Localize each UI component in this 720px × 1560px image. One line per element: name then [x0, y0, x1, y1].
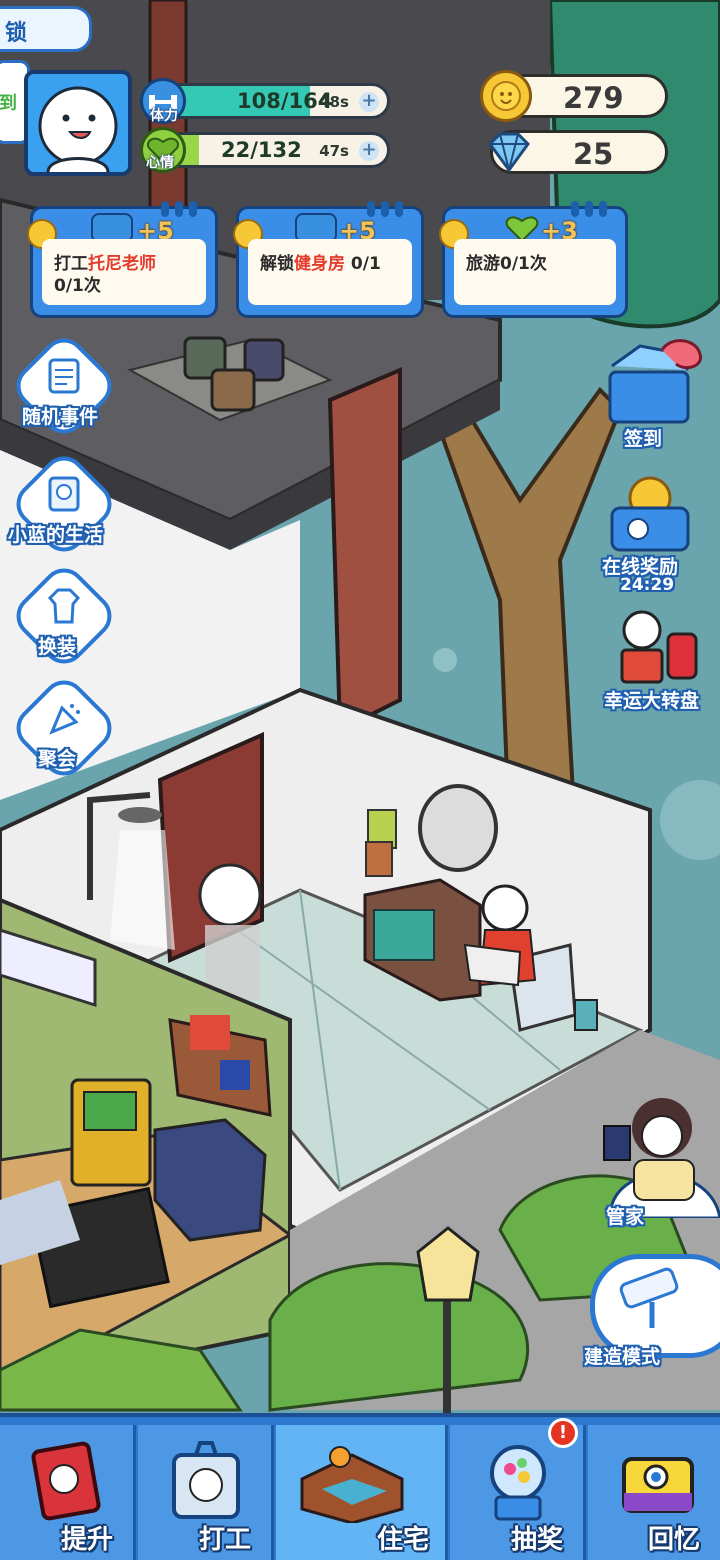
unlock-tab[interactable]: 锁 — [0, 6, 92, 52]
nav-work-label: 打工 — [198, 1525, 251, 1555]
sign-tab-label: 到 — [0, 93, 17, 114]
butler-label: 管家 — [606, 1206, 645, 1228]
online-reward-timer: 24:29 — [620, 575, 675, 595]
cabinet-doors — [373, 909, 435, 961]
nav-memory-label: 回忆 — [647, 1525, 700, 1555]
mood-timer: 47s — [319, 142, 349, 160]
coin-calendar-icon — [610, 476, 690, 552]
binder-rings — [367, 201, 407, 217]
butler-portrait-icon — [603, 1098, 720, 1220]
task-text: 解锁健身房 0/1 — [260, 254, 381, 274]
xiaolan-life-label: 小蓝的生活 — [8, 524, 104, 546]
mood-value: 22/132 — [221, 138, 302, 162]
task-card-unlock[interactable]: +5 解锁健身房 0/1 — [233, 201, 424, 318]
arcade-machine — [70, 1078, 152, 1187]
sign-in-button[interactable]: 签到 — [600, 336, 712, 454]
mood-bar: 22/132 47s + — [158, 132, 390, 168]
avatar-face-icon — [38, 86, 118, 172]
stamina-icon-label: 体力 — [150, 108, 178, 124]
house-room-icon — [300, 1446, 404, 1523]
task-text: 打工托尼老师 0/1次 — [54, 254, 156, 296]
xiaolan-life-button[interactable]: 小蓝的生活 — [7, 447, 121, 561]
paint-roller-icon — [619, 1267, 679, 1328]
gem-icon[interactable] — [482, 126, 534, 178]
outfit-button[interactable]: 换装 — [7, 559, 121, 673]
player-avatar[interactable] — [24, 70, 132, 176]
toilet-brush — [574, 999, 598, 1031]
shirt-icon — [47, 588, 81, 624]
party-button[interactable]: 聚会 — [7, 671, 121, 785]
coin-value: 279 — [563, 81, 624, 115]
camera-icon — [622, 1457, 694, 1513]
party-label: 聚会 — [38, 748, 77, 770]
random-event-button[interactable]: 随机事件 — [7, 329, 121, 443]
build-mode-button[interactable]: 建造模式 — [582, 1254, 720, 1374]
task-body: 解锁健身房 0/1 — [248, 239, 412, 305]
book-icon — [31, 1441, 101, 1521]
towel — [365, 841, 393, 877]
nav-memory[interactable]: 回忆 — [588, 1425, 720, 1560]
coin-icon[interactable] — [480, 70, 532, 122]
lucky-wheel-button[interactable]: 幸运大转盘 — [600, 610, 718, 712]
mood-icon-label: 心情 — [146, 155, 174, 171]
task-body: 旅游0/1次 — [454, 239, 616, 305]
build-mode-label: 建造模式 — [584, 1346, 661, 1368]
nav-work[interactable]: 打工 — [138, 1425, 274, 1560]
task-card-work[interactable]: +5 打工托尼老师 0/1次 — [27, 201, 218, 318]
sign-in-label: 签到 — [624, 428, 663, 450]
stamina-timer: 48s — [319, 93, 349, 111]
butler-button[interactable]: 管家 — [590, 1090, 720, 1230]
lucky-wheel-label: 幸运大转盘 — [604, 690, 700, 712]
stamina-bar: 108/164 48s + — [158, 83, 390, 119]
support-post — [327, 366, 402, 734]
gacha-machine-icon — [490, 1445, 546, 1521]
unlock-tab-label: 锁 — [5, 21, 28, 46]
online-reward-button[interactable]: 在线奖励 24:29 — [600, 474, 710, 598]
task-text: 旅游0/1次 — [466, 254, 547, 274]
task-card-travel[interactable]: +3 旅游0/1次 — [439, 201, 628, 318]
bokeh-dot — [433, 648, 457, 672]
random-event-label: 随机事件 — [22, 406, 99, 428]
nav-upgrade[interactable]: 提升 — [0, 1425, 136, 1560]
gift-box-icon — [608, 339, 703, 424]
nav-gacha-label: 抽奖 — [510, 1525, 563, 1555]
party-popper-icon — [49, 704, 80, 735]
outfit-label: 换装 — [38, 636, 77, 658]
stamina-plus-button[interactable]: + — [359, 92, 379, 112]
gacha-alert-badge: ! — [548, 1418, 578, 1448]
nav-upgrade-label: 提升 — [60, 1525, 113, 1555]
diary-icon — [48, 476, 80, 512]
notepad-icon — [48, 358, 80, 394]
mood-plus-button[interactable]: + — [359, 141, 379, 161]
mirror — [418, 784, 498, 872]
binder-rings — [161, 201, 201, 217]
lucky-wheel-icon — [620, 610, 698, 684]
nav-home[interactable]: 住宅 — [276, 1425, 448, 1560]
gem-value: 25 — [573, 137, 614, 171]
nav-home-label: 住宅 — [376, 1525, 429, 1555]
binder-rings — [571, 201, 611, 217]
task-body: 打工托尼老师 0/1次 — [42, 239, 206, 305]
bottom-nav: 提升 打工 住宅 抽奖 回忆 — [0, 1413, 720, 1560]
character-shower — [198, 863, 262, 1000]
stamina-value: 108/164 — [237, 89, 333, 113]
work-badge-icon — [172, 1441, 240, 1519]
